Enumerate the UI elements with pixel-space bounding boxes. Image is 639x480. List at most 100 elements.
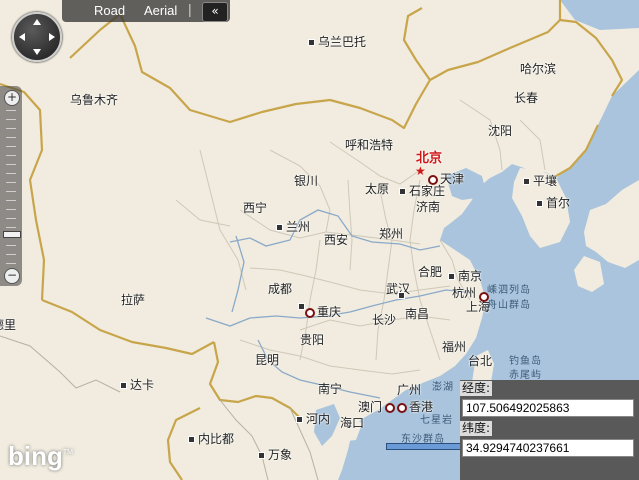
longitude-field[interactable] (462, 399, 634, 417)
island-label-penghu: 澎湖 (432, 382, 454, 393)
island-label-chiwei: 赤尾屿 (509, 370, 542, 381)
zoom-control: + − (0, 86, 22, 286)
city-label: 长沙 (372, 313, 397, 327)
city-label: 哈尔滨 (520, 62, 557, 76)
city-hefei[interactable]: 合肥 (418, 265, 442, 279)
city-label: 合肥 (418, 265, 443, 279)
city-marker-icon (188, 436, 195, 443)
city-label: 西安 (324, 233, 349, 247)
city-marker-icon (308, 39, 315, 46)
city-hangzhou[interactable]: 杭州 (452, 286, 476, 300)
city-chongqing[interactable]: 重庆 (305, 305, 341, 319)
city-label: 昆明 (255, 353, 280, 367)
city-lhasa[interactable]: 拉萨 (121, 293, 145, 307)
city-nanchang[interactable]: 南昌 (405, 307, 429, 321)
city-vientiane[interactable]: 万象 (258, 448, 292, 462)
city-dhaka[interactable]: 达卡 (120, 378, 154, 392)
city-marker-icon (398, 288, 408, 302)
city-hanoi[interactable]: 河内 (296, 412, 330, 426)
city-changchun[interactable]: 长春 (514, 91, 538, 105)
city-label: 长春 (514, 91, 539, 105)
city-xian[interactable]: 西安 (324, 233, 348, 247)
city-chengdu[interactable]: 成都 (268, 282, 292, 296)
city-pyongyang[interactable]: 平壤 (523, 174, 557, 188)
zoom-in-button[interactable]: + (4, 90, 20, 106)
city-marker-icon (399, 188, 406, 195)
city-label: 澳门 (358, 400, 383, 414)
city-kunming[interactable]: 昆明 (255, 353, 279, 367)
pan-left-arrow-icon[interactable] (19, 33, 25, 41)
city-label: 太原 (365, 182, 390, 196)
city-nanjing[interactable]: 南京 (448, 269, 482, 283)
city-marker-icon (298, 299, 308, 313)
city-label: 内比都 (198, 432, 235, 446)
city-label: 重庆 (317, 305, 342, 319)
city-taipei[interactable]: 台北 (468, 354, 492, 368)
city-label: 贵阳 (300, 333, 325, 347)
city-label: 海口 (340, 416, 365, 430)
city-label: 河内 (306, 412, 331, 426)
city-shenyang[interactable]: 沈阳 (488, 124, 512, 138)
compass-pan-control[interactable] (12, 12, 62, 62)
major-city-marker-icon (428, 174, 438, 185)
island-label-qixing: 七星岩 (420, 415, 453, 426)
city-label: 广州 (397, 383, 422, 397)
pan-up-arrow-icon[interactable] (33, 19, 41, 25)
city-label: 郑州 (379, 227, 404, 241)
city-label: 成都 (268, 282, 293, 296)
city-guiyang[interactable]: 贵阳 (300, 333, 324, 347)
city-marker-icon (296, 416, 303, 423)
pan-down-arrow-icon[interactable] (33, 49, 41, 55)
logo-text: bing (8, 441, 63, 471)
city-hohhot[interactable]: 呼和浩特 (345, 138, 393, 152)
city-label: 达卡 (130, 378, 155, 392)
city-changsha[interactable]: 长沙 (372, 313, 396, 327)
major-city-marker-icon (397, 402, 407, 413)
city-label: 德里 (0, 318, 17, 332)
zoom-out-button[interactable]: − (4, 268, 20, 284)
city-naypyidaw[interactable]: 内比都 (188, 432, 234, 446)
zoom-slider-handle[interactable] (3, 231, 21, 238)
major-city-marker-icon (385, 402, 395, 413)
city-harbin[interactable]: 哈尔滨 (520, 62, 556, 76)
city-label: 南京 (458, 269, 483, 283)
city-taiyuan[interactable]: 太原 (365, 182, 389, 196)
city-macau[interactable]: 澳门 (358, 400, 382, 414)
road-view-button[interactable]: Road (94, 3, 125, 18)
city-yinchuan[interactable]: 银川 (294, 174, 318, 188)
city-haikou[interactable]: 海口 (340, 416, 364, 430)
city-shijiazhuang[interactable]: 石家庄 (399, 184, 445, 198)
city-seoul[interactable]: 首尔 (536, 196, 570, 210)
city-marker-icon (523, 178, 530, 185)
city-jinan[interactable]: 济南 (416, 200, 440, 214)
collapse-chevrons-icon[interactable]: « (202, 2, 228, 22)
pan-right-arrow-icon[interactable] (49, 33, 55, 41)
latitude-field[interactable] (462, 439, 634, 457)
city-label: 南昌 (405, 307, 430, 321)
city-label: 沈阳 (488, 124, 513, 138)
scale-bar (386, 443, 463, 450)
coordinate-panel: 经度: 纬度: (460, 380, 639, 480)
city-nanning[interactable]: 南宁 (318, 382, 342, 396)
city-guangzhou[interactable]: 广州 (397, 383, 421, 397)
zoom-slider-track[interactable] (6, 110, 16, 270)
city-label: 银川 (294, 174, 319, 188)
city-lanzhou[interactable]: 兰州 (276, 220, 310, 234)
island-label-zhoushan: 舟山群岛 (487, 300, 531, 311)
city-label: 台北 (468, 354, 493, 368)
city-marker-icon (276, 224, 283, 231)
city-label: 乌鲁木齐 (70, 93, 119, 107)
city-label: 石家庄 (409, 184, 446, 198)
city-label: 平壤 (533, 174, 558, 188)
city-label: 呼和浩特 (345, 138, 394, 152)
aerial-view-button[interactable]: Aerial (144, 3, 177, 18)
city-marker-icon (258, 452, 265, 459)
city-ulaanbaatar[interactable]: 乌兰巴托 (308, 35, 366, 49)
city-delhi-partial[interactable]: 德里 (0, 318, 16, 332)
city-fuzhou[interactable]: 福州 (442, 340, 466, 354)
city-label: 兰州 (286, 220, 311, 234)
logo-trademark: TM (62, 449, 73, 456)
city-xining[interactable]: 西宁 (243, 201, 267, 215)
city-urumqi[interactable]: 乌鲁木齐 (70, 93, 118, 107)
city-zhengzhou[interactable]: 郑州 (379, 227, 403, 241)
